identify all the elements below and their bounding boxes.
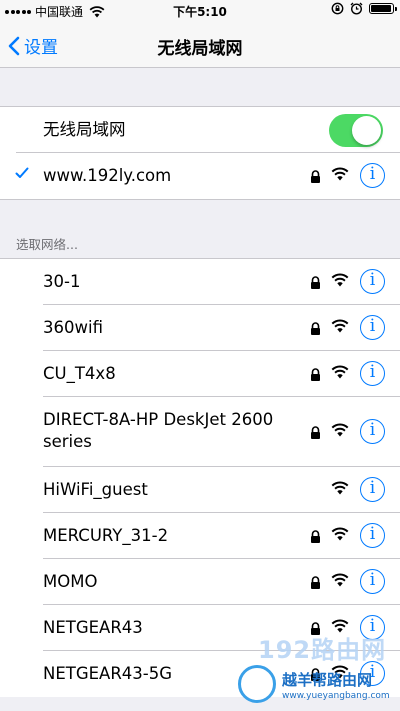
network-name: 30-1 (43, 272, 81, 291)
status-bar: 中国联通 下午5:10 (0, 0, 400, 22)
info-button[interactable]: i (360, 361, 385, 386)
network-row[interactable]: 360wifi i (0, 305, 400, 351)
info-button[interactable]: i (360, 477, 385, 502)
lock-icon (311, 426, 320, 439)
watermark-logo: 越羊帮路由网 www.yueyangbang.com (238, 665, 398, 709)
network-name: 360wifi (43, 318, 103, 337)
info-button[interactable]: i (360, 523, 385, 548)
lock-icon (311, 530, 320, 543)
wifi-signal-icon (331, 365, 349, 379)
network-row[interactable]: 30-1 i (0, 259, 400, 305)
wifi-toggle-label: 无线局域网 (43, 120, 126, 139)
network-name: MERCURY_31-2 (43, 526, 169, 545)
wifi-settings-group: 无线局域网 www.192ly.com i (0, 106, 400, 200)
wifi-signal-icon (331, 423, 349, 437)
info-button[interactable]: i (360, 269, 385, 294)
watermark-logo-url: www.yueyangbang.com (282, 691, 390, 701)
wifi-signal-icon (331, 573, 349, 587)
network-name: DIRECT-8A-HP DeskJet 2600 series (43, 410, 274, 451)
info-button[interactable]: i (360, 315, 385, 340)
wifi-toggle-row: 无线局域网 (0, 107, 400, 153)
wifi-toggle-switch[interactable] (329, 114, 383, 147)
status-right (331, 2, 397, 15)
network-row[interactable]: MERCURY_31-2 i (0, 513, 400, 559)
checkmark-icon (15, 167, 29, 178)
info-button[interactable]: i (360, 419, 385, 444)
lock-icon (311, 170, 320, 183)
connected-network-row[interactable]: www.192ly.com i (0, 153, 400, 199)
page-title: 无线局域网 (157, 39, 243, 59)
network-name: HiWiFi_guest (43, 480, 148, 499)
toggle-knob (352, 116, 381, 145)
network-row[interactable]: HiWiFi_guest i (0, 467, 400, 513)
network-row[interactable]: MOMO i (0, 559, 400, 605)
watermark-logo-icon (238, 665, 276, 703)
alarm-icon (350, 2, 363, 15)
watermark-logo-name: 越羊帮路由网 (282, 671, 373, 689)
wifi-signal-icon (331, 527, 349, 541)
wifi-signal-icon (331, 273, 349, 287)
battery-fill (371, 5, 391, 12)
network-name: MOMO (43, 572, 98, 591)
info-button[interactable]: i (360, 163, 385, 188)
lock-icon (311, 276, 320, 289)
network-name: CU_T4x8 (43, 364, 116, 383)
wifi-signal-icon (331, 167, 349, 181)
lock-icon (311, 368, 320, 381)
orientation-lock-icon (331, 2, 344, 15)
navigation-bar: 设置 无线局域网 (0, 22, 400, 68)
connected-network-name: www.192ly.com (43, 166, 172, 185)
wifi-signal-icon (331, 319, 349, 333)
lock-icon (311, 322, 320, 335)
info-button[interactable]: i (360, 569, 385, 594)
watermark-text: 192路由网 (258, 636, 387, 664)
wifi-signal-icon (331, 481, 349, 495)
network-row[interactable]: DIRECT-8A-HP DeskJet 2600 series i (0, 397, 400, 467)
lock-icon (311, 576, 320, 589)
battery-icon (369, 3, 397, 14)
network-row[interactable]: CU_T4x8 i (0, 351, 400, 397)
section-header: 选取网络... (16, 237, 78, 252)
